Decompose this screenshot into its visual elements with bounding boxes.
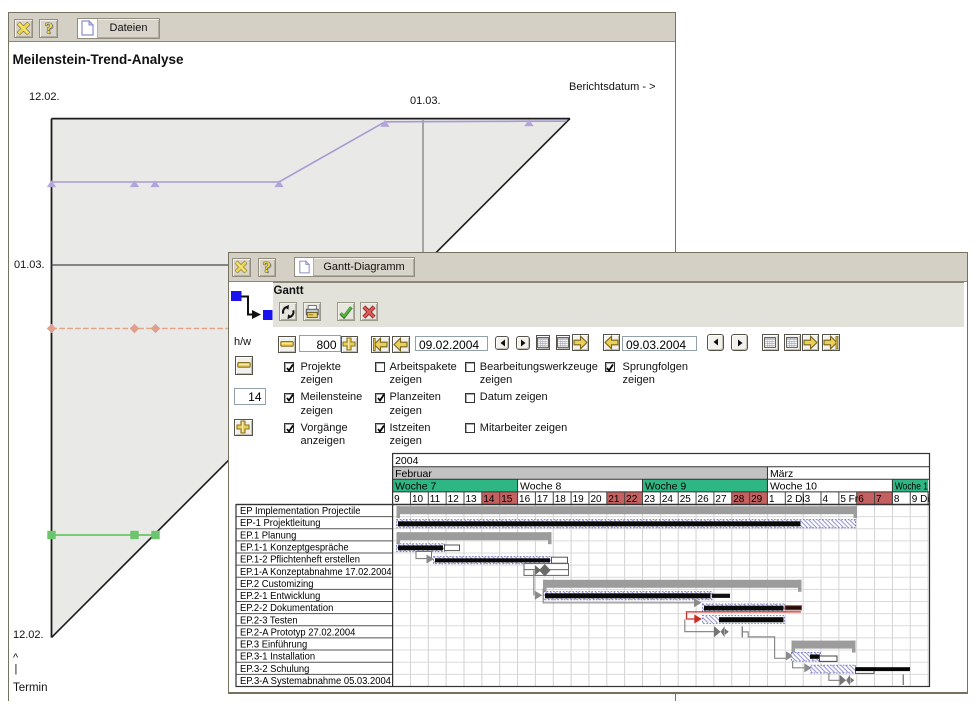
- svg-text:16: 16: [519, 494, 531, 505]
- svg-text:9: 9: [394, 494, 400, 505]
- svg-text:Woche 8: Woche 8: [520, 481, 561, 493]
- svg-text:11: 11: [430, 494, 441, 505]
- svg-text:25: 25: [680, 494, 692, 505]
- svg-text:EP.3-1 Installation: EP.3-1 Installation: [240, 652, 315, 663]
- svg-text:21: 21: [608, 494, 620, 505]
- svg-text:EP.2-3 Testen: EP.2-3 Testen: [240, 615, 298, 626]
- svg-text:EP.2-2 Dokumentation: EP.2-2 Dokumentation: [240, 603, 333, 614]
- svg-text:22: 22: [626, 494, 638, 505]
- svg-text:EP.2-1 Entwicklung: EP.2-1 Entwicklung: [240, 591, 320, 602]
- svg-text:9 Di: 9 Di: [912, 494, 930, 505]
- svg-text:EP.3 Einführung: EP.3 Einführung: [240, 640, 307, 651]
- svg-text:6: 6: [858, 494, 864, 505]
- svg-text:Woche 7: Woche 7: [395, 481, 436, 493]
- svg-text:Woche 10: Woche 10: [770, 481, 817, 493]
- svg-text:27: 27: [715, 494, 727, 505]
- svg-text:23: 23: [644, 494, 656, 505]
- svg-text:10: 10: [412, 494, 424, 505]
- svg-text:März: März: [770, 468, 793, 480]
- svg-text:26: 26: [698, 494, 710, 505]
- svg-text:29: 29: [751, 494, 763, 505]
- svg-text:19: 19: [573, 494, 585, 505]
- svg-text:2 Di: 2 Di: [787, 494, 805, 505]
- svg-text:EP.1 Planung: EP.1 Planung: [240, 530, 296, 541]
- svg-text:EP.3-A Systemabnahme 05.03.200: EP.3-A Systemabnahme 05.03.2004: [240, 676, 391, 687]
- svg-text:13: 13: [466, 494, 478, 505]
- svg-text:18: 18: [555, 494, 567, 505]
- svg-text:EP.1-2 Pflichtenheft erstellen: EP.1-2 Pflichtenheft erstellen: [240, 555, 360, 566]
- svg-text:Woche 9: Woche 9: [645, 481, 686, 493]
- svg-text:EP.2-A Prototyp 27.02.2004: EP.2-A Prototyp 27.02.2004: [240, 627, 356, 638]
- svg-text:EP.1-A Konzeptabnahme 17.02.20: EP.1-A Konzeptabnahme 17.02.2004: [240, 567, 392, 578]
- svg-text:8: 8: [894, 494, 900, 505]
- svg-text:4: 4: [823, 494, 829, 505]
- svg-text:3: 3: [805, 494, 811, 505]
- svg-text:14: 14: [483, 494, 495, 505]
- svg-text:EP Implementation Projectile: EP Implementation Projectile: [240, 506, 361, 517]
- svg-text:7: 7: [876, 494, 882, 505]
- svg-text:2004: 2004: [395, 455, 419, 467]
- svg-text:12: 12: [448, 494, 460, 505]
- svg-text:28: 28: [733, 494, 745, 505]
- svg-text:15: 15: [501, 494, 513, 505]
- svg-text:5 Fr: 5 Fr: [840, 494, 858, 505]
- svg-text:EP-1 Projektleitung: EP-1 Projektleitung: [240, 518, 321, 529]
- svg-text:EP.1-1 Konzeptgespräche: EP.1-1 Konzeptgespräche: [240, 542, 349, 553]
- svg-text:Februar: Februar: [395, 468, 432, 480]
- svg-text:EP.3-2 Schulung: EP.3-2 Schulung: [240, 664, 309, 675]
- svg-text:Woche 1: Woche 1: [895, 481, 928, 493]
- svg-text:1: 1: [769, 494, 775, 505]
- svg-text:20: 20: [590, 494, 602, 505]
- svg-text:24: 24: [662, 494, 674, 505]
- svg-text:EP.2 Customizing: EP.2 Customizing: [240, 579, 314, 590]
- svg-text:17: 17: [537, 494, 549, 505]
